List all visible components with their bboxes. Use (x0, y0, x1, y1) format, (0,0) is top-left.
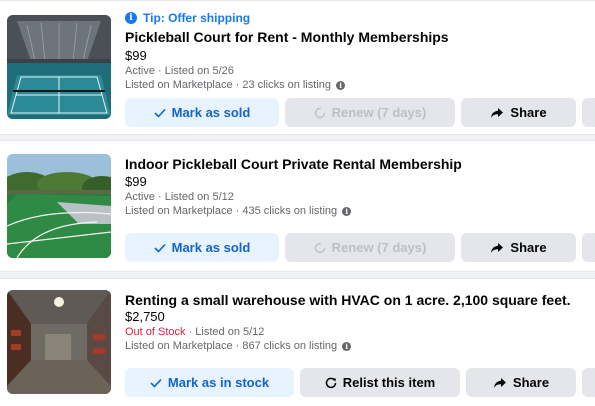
button-label: Share (510, 240, 547, 255)
listing-thumbnail[interactable] (7, 290, 111, 394)
more-options-button[interactable] (582, 368, 595, 397)
listing-title[interactable]: Pickleball Court for Rent - Monthly Memb… (125, 29, 449, 45)
renew-icon (314, 107, 326, 119)
listing-status: Out of Stock · Listed on 5/12 (125, 326, 264, 338)
renew-icon (314, 242, 326, 254)
info-icon[interactable]: i (336, 80, 346, 90)
listing-title[interactable]: Renting a small warehouse with HVAC on 1… (125, 292, 571, 308)
listed-date: · Listed on 5/12 (185, 326, 265, 338)
status-text: Out of Stock (125, 326, 186, 338)
button-label: Mark as sold (171, 105, 251, 120)
checkmark-icon (150, 378, 162, 388)
listing-thumbnail[interactable] (7, 154, 111, 258)
tip-text[interactable]: Tip: Offer shipping (143, 11, 250, 25)
more-options-button[interactable] (582, 98, 595, 127)
share-icon (490, 242, 504, 254)
info-icon[interactable]: i (342, 206, 352, 216)
share-icon (490, 107, 504, 119)
marketplace-stats: Listed on Marketplace · 867 clicks on li… (125, 340, 352, 352)
marketplace-text: Listed on Marketplace · 867 clicks on li… (125, 340, 338, 352)
listing-card: i Tip: Offer shipping Pickleball Court f… (0, 0, 595, 135)
button-label: Share (512, 375, 550, 390)
info-icon[interactable]: i (342, 341, 352, 351)
share-button[interactable]: Share (461, 233, 576, 262)
mark-as-in-stock-button[interactable]: Mark as in stock (125, 368, 294, 397)
listed-date: · Listed on 5/12 (154, 191, 234, 203)
marketplace-text: Listed on Marketplace · 435 clicks on li… (125, 205, 338, 217)
share-button[interactable]: Share (466, 368, 576, 397)
button-label: Mark as sold (171, 240, 251, 255)
listing-status: Active · Listed on 5/12 (125, 191, 234, 203)
status-text: Active (125, 191, 155, 203)
marketplace-stats: Listed on Marketplace · 435 clicks on li… (125, 205, 352, 217)
listed-date: · Listed on 5/26 (154, 65, 234, 77)
marketplace-stats: Listed on Marketplace · 23 clicks on lis… (125, 79, 346, 91)
renew-button[interactable]: Renew (7 days) (285, 98, 455, 127)
more-options-button[interactable] (582, 233, 595, 262)
listing-price: $2,750 (125, 309, 165, 324)
marketplace-text: Listed on Marketplace · 23 clicks on lis… (125, 79, 332, 91)
mark-as-sold-button[interactable]: Mark as sold (125, 98, 279, 127)
button-label: Renew (7 days) (331, 240, 427, 255)
listing-card: Indoor Pickleball Court Private Rental M… (0, 140, 595, 272)
listing-status: Active · Listed on 5/26 (125, 65, 234, 77)
share-button[interactable]: Share (461, 98, 576, 127)
listing-price: $99 (125, 48, 147, 63)
share-icon (493, 377, 507, 389)
listing-price: $99 (125, 174, 147, 189)
relist-icon (325, 377, 337, 389)
status-text: Active (125, 65, 155, 77)
tip-banner: i Tip: Offer shipping (125, 11, 250, 25)
mark-as-sold-button[interactable]: Mark as sold (125, 233, 279, 262)
checkmark-icon (154, 108, 166, 118)
info-icon: i (125, 12, 137, 24)
button-label: Share (510, 105, 547, 120)
listing-card: Renting a small warehouse with HVAC on 1… (0, 278, 595, 406)
renew-button[interactable]: Renew (7 days) (285, 233, 455, 262)
button-label: Mark as in stock (167, 375, 270, 390)
button-label: Renew (7 days) (331, 105, 427, 120)
listing-thumbnail[interactable] (7, 15, 111, 119)
checkmark-icon (154, 243, 166, 253)
listing-title[interactable]: Indoor Pickleball Court Private Rental M… (125, 156, 462, 172)
button-label: Relist this item (342, 375, 436, 390)
relist-button[interactable]: Relist this item (300, 368, 460, 397)
